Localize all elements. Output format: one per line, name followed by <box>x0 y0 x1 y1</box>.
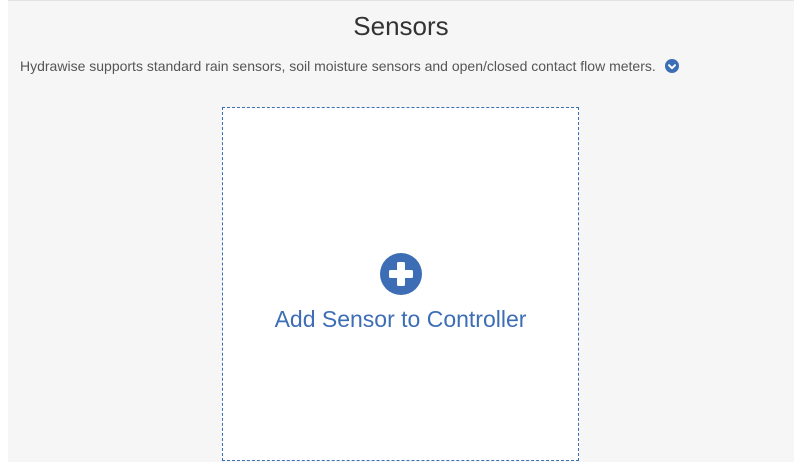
description-text: Hydrawise supports standard rain sensors… <box>20 58 656 74</box>
sensors-page: Sensors Hydrawise supports standard rain… <box>8 0 794 462</box>
info-circle-icon[interactable] <box>664 59 679 73</box>
sensors-description: Hydrawise supports standard rain sensors… <box>20 57 679 75</box>
add-sensor-card[interactable]: Add Sensor to Controller <box>222 107 579 461</box>
add-sensor-label: Add Sensor to Controller <box>274 306 527 332</box>
page-title: Sensors <box>353 11 449 41</box>
plus-circle-icon <box>380 253 422 295</box>
